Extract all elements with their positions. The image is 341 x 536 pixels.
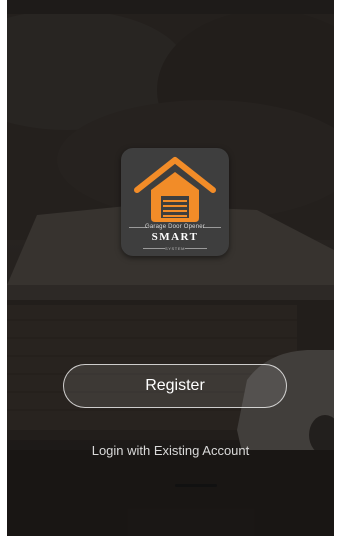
login-existing-account-link[interactable]: Login with Existing Account — [7, 443, 334, 458]
logo-caption-sub: SYSTEM — [164, 246, 186, 251]
status-bar — [7, 0, 334, 14]
home-indicator — [175, 484, 217, 487]
splash-screen: Garage Door Opener SMART SYSTEM Register… — [7, 0, 334, 536]
register-button[interactable]: Register — [63, 364, 287, 408]
logo-caption-main: SMART — [151, 231, 199, 243]
register-button-label: Register — [145, 377, 205, 394]
garage-house-icon — [134, 157, 216, 222]
logo-caption-top: Garage Door Opener — [145, 224, 205, 230]
app-logo: Garage Door Opener SMART SYSTEM — [121, 148, 229, 256]
